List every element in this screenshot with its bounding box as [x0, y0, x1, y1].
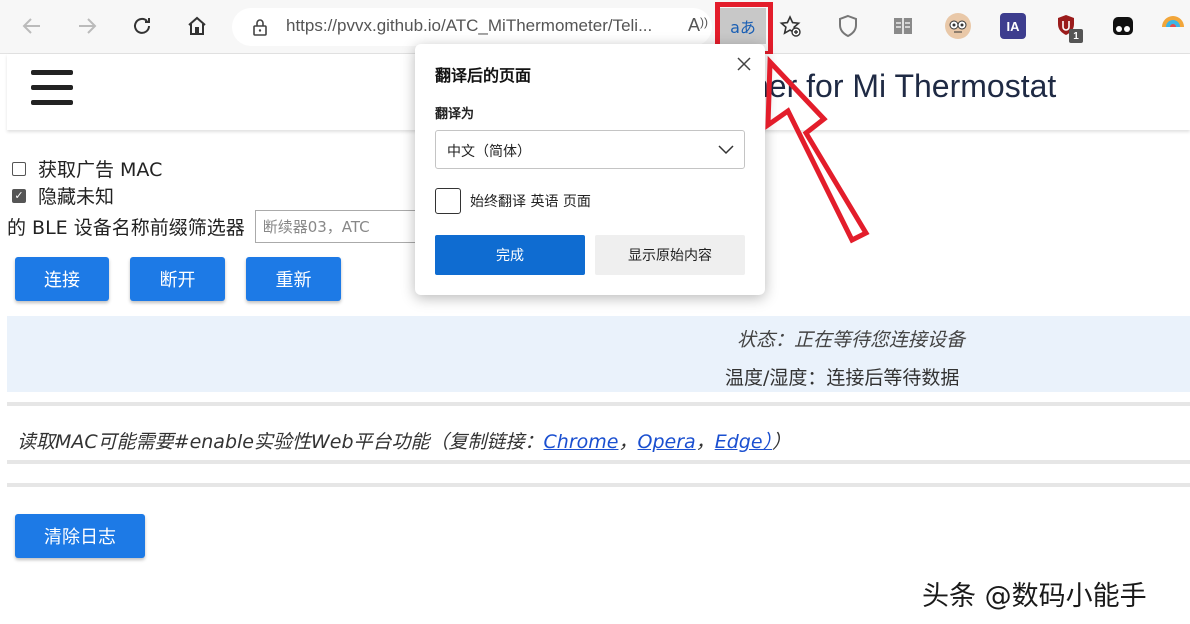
read-aloud-icon[interactable]: A)) [688, 15, 708, 36]
color-extension-icon[interactable] [1160, 13, 1186, 39]
chrome-link[interactable]: Chrome [544, 431, 619, 453]
always-translate-label: 始终翻译 英语 页面 [470, 194, 591, 210]
done-button[interactable]: 完成 [435, 235, 585, 275]
popup-title: 翻译后的页面 [435, 66, 532, 85]
checkbox-hide-unknown[interactable]: ✓ [12, 188, 26, 203]
info-sep: ， [618, 431, 638, 453]
always-translate-checkbox[interactable] [435, 188, 461, 214]
menu-icon[interactable] [31, 70, 73, 106]
option-label: 获取广告 MAC [38, 159, 163, 181]
language-value: 中文（简体） [447, 144, 531, 160]
back-icon[interactable] [12, 6, 52, 46]
always-translate-option[interactable]: 始终翻译 英语 页面 [435, 188, 591, 214]
favorites-add-icon[interactable] [770, 6, 810, 46]
info-sep: ， [695, 431, 715, 453]
ublock-extension-icon[interactable]: 1 [1055, 13, 1083, 43]
disconnect-button[interactable]: 断开 [130, 257, 225, 301]
close-icon[interactable] [734, 54, 754, 74]
info-prefix: 读取MAC可能需要#enable实验性Web平台功能（复制链接： [17, 431, 544, 453]
option-label: 隐藏未知 [38, 186, 115, 208]
filter-row: 的 BLE 设备名称前缀筛选器 断续器03，ATC [7, 210, 415, 243]
filter-label: 的 BLE 设备名称前缀筛选器 [7, 217, 245, 239]
address-bar[interactable]: https://pvvx.github.io/ATC_MiThermometer… [232, 8, 712, 46]
shield-extension-icon[interactable] [835, 13, 861, 39]
edge-link[interactable]: Edge） [715, 431, 772, 453]
option-hide-unknown[interactable]: ✓ 隐藏未知 [12, 182, 114, 209]
refresh-icon[interactable] [122, 6, 162, 46]
opera-link[interactable]: Opera [638, 431, 696, 453]
divider [7, 460, 1190, 464]
status-text: 状态：正在等待您连接设备 [737, 329, 966, 351]
lock-icon[interactable] [250, 17, 270, 37]
language-select[interactable]: 中文（简体） [435, 130, 745, 169]
tampermonkey-extension-icon[interactable] [1110, 13, 1136, 39]
watermark: 头条 @数码小能手 [922, 581, 1147, 612]
status-panel: 状态：正在等待您连接设备 温度/湿度：连接后等待数据 [7, 316, 1190, 392]
clear-log-button[interactable]: 清除日志 [15, 514, 145, 558]
checkbox-get-adv-mac[interactable] [12, 161, 26, 176]
translate-to-label: 翻译为 [435, 107, 475, 122]
divider [7, 402, 1190, 406]
page-title: her for Mi Thermostat [751, 68, 1057, 104]
mac-info-text: 读取MAC可能需要#enable实验性Web平台功能（复制链接：Chrome，O… [17, 427, 791, 454]
face-extension-icon[interactable] [945, 13, 971, 39]
option-get-adv-mac[interactable]: 获取广告 MAC [12, 155, 162, 182]
translate-popup: 翻译后的页面 翻译为 中文（简体） 始终翻译 英语 页面 完成 显示原始内容 [415, 44, 765, 295]
ublock-count-badge: 1 [1069, 29, 1083, 43]
chevron-down-icon [718, 145, 734, 155]
refresh-button[interactable]: 重新 [246, 257, 341, 301]
show-original-button[interactable]: 显示原始内容 [595, 235, 745, 275]
ia-extension-icon[interactable]: IA [1000, 13, 1026, 39]
divider [7, 483, 1190, 487]
filter-input[interactable]: 断续器03，ATC [254, 210, 415, 243]
forward-icon[interactable] [67, 6, 107, 46]
reader-extension-icon[interactable] [890, 13, 916, 39]
url-text[interactable]: https://pvvx.github.io/ATC_MiThermometer… [286, 16, 652, 36]
temp-humidity-text: 温度/湿度：连接后等待数据 [725, 367, 960, 389]
connect-button[interactable]: 连接 [15, 257, 109, 301]
info-suffix: ） [772, 431, 792, 453]
home-icon[interactable] [177, 6, 217, 46]
